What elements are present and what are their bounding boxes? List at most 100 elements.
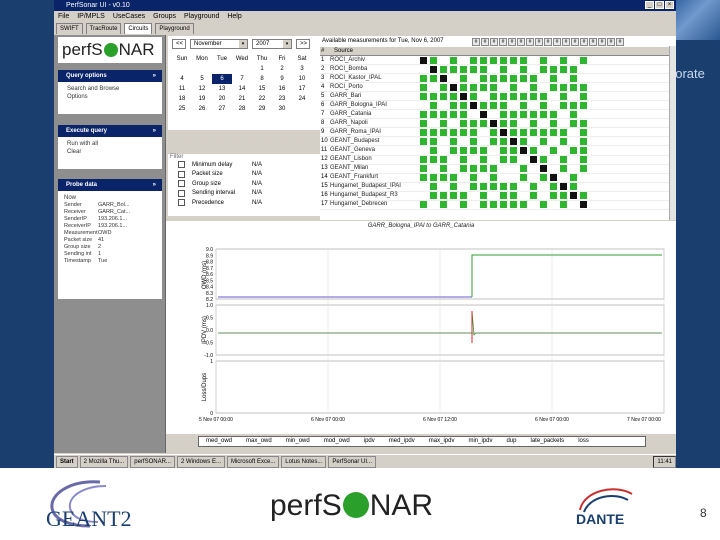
calendar-day[interactable]: 2 <box>272 64 292 74</box>
measurement-cell[interactable] <box>470 156 477 164</box>
legend-item[interactable]: mod_owd <box>317 437 357 446</box>
taskbar-item[interactable]: PerfSonar UI... <box>328 455 377 468</box>
measurement-cell[interactable] <box>550 101 557 109</box>
measurement-cell[interactable] <box>500 128 507 136</box>
measurement-cell[interactable] <box>580 119 587 127</box>
column-select-button[interactable]: # <box>517 38 525 46</box>
tab-playground[interactable]: Playground <box>155 23 194 34</box>
legend-item[interactable]: loss <box>571 437 596 446</box>
measurement-cell[interactable] <box>550 156 557 164</box>
measurement-cell[interactable] <box>550 128 557 136</box>
measurement-cell[interactable] <box>530 56 537 64</box>
measurement-cell[interactable] <box>490 74 497 82</box>
measurement-cell[interactable] <box>490 137 497 145</box>
calendar-day[interactable]: 11 <box>172 84 192 94</box>
query-options-line[interactable]: Search and Browse <box>67 85 153 93</box>
measurement-cell[interactable] <box>420 156 427 164</box>
measurement-cell[interactable] <box>500 146 507 154</box>
measurement-cell[interactable] <box>490 201 497 209</box>
measurement-cell[interactable] <box>500 92 507 100</box>
start-button[interactable]: Start <box>56 455 78 468</box>
calendar-day[interactable]: 27 <box>212 104 232 114</box>
measurement-cell[interactable] <box>420 119 427 127</box>
measurement-cell[interactable] <box>560 128 567 136</box>
measurement-cell[interactable] <box>440 56 447 64</box>
col-source-header[interactable]: Source <box>330 47 420 55</box>
measurement-cell[interactable] <box>430 56 437 64</box>
measurement-cell[interactable] <box>460 119 467 127</box>
measurement-cell[interactable] <box>560 110 567 118</box>
measurement-cell[interactable] <box>510 165 517 173</box>
measurement-cell[interactable] <box>560 56 567 64</box>
measurement-cell[interactable] <box>570 146 577 154</box>
measurement-cell[interactable] <box>480 101 487 109</box>
measurement-cell[interactable] <box>500 65 507 73</box>
taskbar-item[interactable]: perfSONAR... <box>130 455 175 468</box>
measurement-cell[interactable] <box>450 174 457 182</box>
measurement-cell[interactable] <box>530 165 537 173</box>
measurement-cell[interactable] <box>540 192 547 200</box>
legend-item[interactable]: min_owd <box>279 437 317 446</box>
filter-checkbox[interactable] <box>178 189 185 197</box>
measurement-cell[interactable] <box>440 92 447 100</box>
measurement-cell[interactable] <box>440 137 447 145</box>
column-select-button[interactable]: # <box>598 38 606 46</box>
measurement-cell[interactable] <box>480 128 487 136</box>
measurement-cell[interactable] <box>470 146 477 154</box>
column-select-button[interactable]: # <box>526 38 534 46</box>
measurement-cell[interactable] <box>480 174 487 182</box>
measurement-cell[interactable] <box>450 83 457 91</box>
measurement-cell[interactable] <box>540 137 547 145</box>
measurement-cell[interactable] <box>540 146 547 154</box>
measurement-cell[interactable] <box>510 83 517 91</box>
measurement-cell[interactable] <box>450 128 457 136</box>
taskbar-item[interactable]: 2 Mozilla Thu... <box>79 455 129 468</box>
measurement-cell[interactable] <box>460 128 467 136</box>
maximize-button[interactable]: □ <box>655 1 664 9</box>
vertical-scrollbar[interactable] <box>669 46 676 220</box>
measurement-cell[interactable] <box>550 201 557 209</box>
column-select-button[interactable]: # <box>616 38 624 46</box>
measurement-cell[interactable] <box>570 137 577 145</box>
measurement-cell[interactable] <box>540 165 547 173</box>
measurement-cell[interactable] <box>540 83 547 91</box>
measurement-cell[interactable] <box>450 74 457 82</box>
measurement-cell[interactable] <box>460 183 467 191</box>
measurement-cell[interactable] <box>430 137 437 145</box>
measurement-cell[interactable] <box>490 101 497 109</box>
measurement-cell[interactable] <box>520 183 527 191</box>
measurement-cell[interactable] <box>490 183 497 191</box>
measurement-cell[interactable] <box>580 83 587 91</box>
measurement-cell[interactable] <box>480 192 487 200</box>
measurement-cell[interactable] <box>440 83 447 91</box>
legend-item[interactable]: max_ipdv <box>422 437 462 446</box>
menu-playground[interactable]: Playground <box>184 13 219 20</box>
measurement-cell[interactable] <box>530 110 537 118</box>
measurement-cell[interactable] <box>560 65 567 73</box>
measurement-cell[interactable] <box>570 201 577 209</box>
measurement-cell[interactable] <box>560 165 567 173</box>
measurement-cell[interactable] <box>490 128 497 136</box>
calendar-day[interactable]: 13 <box>212 84 232 94</box>
measurement-cell[interactable] <box>470 83 477 91</box>
measurement-cell[interactable] <box>510 201 517 209</box>
measurement-cell[interactable] <box>460 146 467 154</box>
measurement-cell[interactable] <box>490 83 497 91</box>
measurement-cell[interactable] <box>450 201 457 209</box>
measurement-cell[interactable] <box>460 56 467 64</box>
run-all-link[interactable]: Run with all <box>67 140 153 148</box>
measurement-cell[interactable] <box>530 83 537 91</box>
measurement-cell[interactable] <box>470 201 477 209</box>
measurement-cell[interactable] <box>570 65 577 73</box>
measurement-cell[interactable] <box>560 119 567 127</box>
measurement-cell[interactable] <box>560 74 567 82</box>
measurement-cell[interactable] <box>530 101 537 109</box>
calendar-day[interactable]: 1 <box>252 64 272 74</box>
measurement-cell[interactable] <box>550 110 557 118</box>
calendar-day[interactable]: 25 <box>172 104 192 114</box>
measurement-cell[interactable] <box>440 101 447 109</box>
column-select-button[interactable]: # <box>481 38 489 46</box>
calendar-day[interactable]: 8 <box>252 74 272 84</box>
measurement-cell[interactable] <box>550 174 557 182</box>
tab-tracroute[interactable]: TracRoute <box>85 23 122 34</box>
